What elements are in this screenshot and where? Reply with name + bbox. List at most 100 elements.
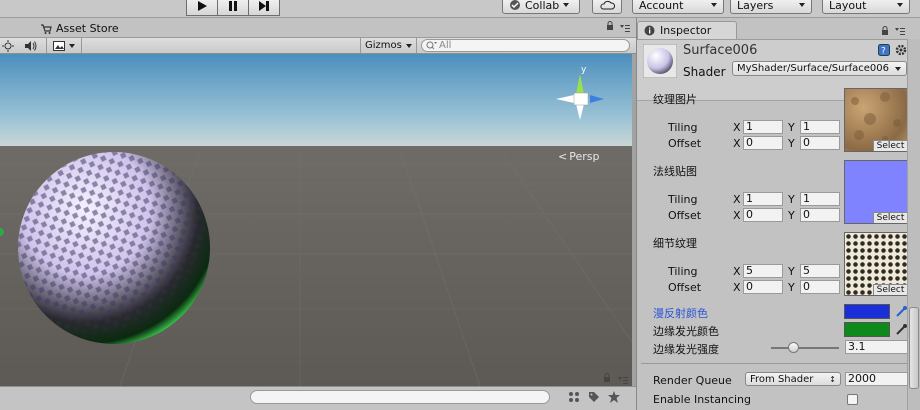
chevron-down-icon [405, 43, 412, 48]
tiling-x-field[interactable]: 1 [743, 192, 783, 206]
playback-controls [186, 0, 280, 16]
diffuse-color-swatch[interactable] [844, 304, 890, 319]
select-button[interactable]: Select [873, 140, 907, 151]
separator [641, 363, 917, 364]
enable-instancing-checkbox[interactable] [847, 394, 858, 405]
search-by-type-icon[interactable] [568, 391, 580, 403]
chevron-down-icon [711, 3, 717, 7]
collab-label: Collab [525, 0, 560, 12]
select-button[interactable]: Select [873, 212, 907, 223]
project-search-input[interactable] [250, 390, 550, 404]
persp-label[interactable]: < Persp [558, 150, 599, 163]
tiling-x-field[interactable]: 5 [743, 264, 783, 278]
tiling-x-field[interactable]: 1 [743, 120, 783, 134]
tiling-y-field[interactable]: 1 [800, 192, 840, 206]
gear-icon[interactable] [894, 43, 908, 57]
lock-icon[interactable] [881, 26, 889, 35]
tab-inspector-label: Inspector [660, 24, 712, 37]
texture-slot[interactable]: Select [844, 88, 908, 152]
cloud-button[interactable] [592, 0, 622, 14]
offset-x-field[interactable]: 0 [743, 280, 783, 294]
rim-strength-slider-track[interactable] [771, 347, 839, 349]
panel-menu-icon[interactable] [618, 377, 628, 385]
svg-text:?: ? [881, 47, 886, 57]
texture-slot[interactable]: Select [844, 160, 908, 224]
info-icon [644, 25, 655, 36]
rim-strength-slider-thumb[interactable] [788, 342, 799, 353]
rim-strength-label: 边缘发光强度 [653, 343, 719, 356]
tab-asset-store[interactable]: Asset Store [40, 20, 119, 37]
lock-icon[interactable] [603, 373, 611, 382]
account-dropdown[interactable]: Account [632, 0, 724, 14]
project-toolbar [0, 373, 636, 410]
render-queue-label: Render Queue [653, 374, 732, 387]
shader-label: Shader [683, 65, 726, 79]
rim-strength-field[interactable]: 3.1 [845, 340, 909, 354]
audio-toggle-icon[interactable] [24, 40, 38, 52]
play-button[interactable] [186, 0, 218, 16]
offset-label: Offset [668, 281, 702, 294]
scene-render[interactable] [0, 54, 632, 386]
material-name: Surface006 [683, 43, 758, 58]
persp-text: Persp [569, 150, 600, 163]
offset-y-field[interactable]: 0 [800, 208, 840, 222]
layout-label: Layout [829, 0, 867, 12]
account-label: Account [639, 0, 684, 12]
lock-icon[interactable] [606, 21, 614, 30]
chevron-down-icon [799, 3, 805, 7]
shader-value: MyShader/Surface/Surface006 [737, 63, 889, 74]
persp-chevron-icon: < [558, 150, 568, 163]
collab-button[interactable]: Collab [502, 0, 580, 14]
tab-asset-store-label: Asset Store [56, 22, 119, 35]
search-icon [426, 41, 437, 50]
help-icon[interactable]: ? [878, 44, 890, 56]
image-icon [53, 40, 65, 51]
orientation-gizmo[interactable]: y [550, 64, 614, 136]
y-label: Y [788, 281, 795, 294]
shader-dropdown[interactable]: MyShader/Surface/Surface006 [732, 61, 907, 76]
render-queue-dropdown[interactable]: From Shader ↕ [745, 372, 841, 386]
y-label: Y [788, 193, 795, 206]
y-label: Y [788, 137, 795, 150]
lighting-toggle-icon[interactable] [2, 40, 14, 52]
step-button[interactable] [248, 0, 280, 16]
chevron-down-icon [897, 3, 903, 7]
chevron-down-icon [895, 66, 901, 71]
star-icon[interactable] [608, 391, 620, 403]
layout-dropdown[interactable]: Layout [822, 0, 910, 14]
panel-menu-icon[interactable] [895, 28, 905, 36]
pause-button[interactable] [217, 0, 249, 16]
tab-inspector[interactable]: Inspector [637, 21, 737, 39]
rim-color-swatch[interactable] [844, 322, 890, 337]
offset-x-field[interactable]: 0 [743, 136, 783, 150]
layers-label: Layers [737, 0, 774, 12]
scrollbar-thumb[interactable] [909, 307, 919, 389]
gizmos-label: Gizmos [365, 40, 402, 51]
render-queue-field[interactable]: 2000 [845, 372, 909, 386]
y-label: Y [788, 209, 795, 222]
property-label: 细节纹理 [653, 237, 697, 250]
texture-slot[interactable]: Select [844, 232, 908, 296]
tag-icon[interactable] [588, 391, 600, 403]
tiling-y-field[interactable]: 1 [800, 120, 840, 134]
offset-x-field[interactable]: 0 [743, 208, 783, 222]
y-label: Y [788, 121, 795, 134]
scene-viewport[interactable]: y < Persp [0, 54, 632, 386]
layers-dropdown[interactable]: Layers [730, 0, 812, 14]
inspector-scrollbar[interactable] [907, 39, 920, 410]
offset-y-field[interactable]: 0 [800, 280, 840, 294]
play-icon [198, 1, 207, 11]
material-sphere-icon [643, 44, 677, 78]
tiling-y-field[interactable]: 5 [800, 264, 840, 278]
scene-search-input[interactable]: All [421, 39, 630, 52]
select-button[interactable]: Select [873, 284, 907, 295]
step-icon [259, 1, 269, 11]
render-queue-mode: From Shader [750, 373, 814, 385]
check-circle-icon [510, 0, 520, 10]
panel-menu-icon[interactable] [620, 25, 630, 33]
effects-toggle[interactable] [46, 38, 82, 53]
main-toolbar: Collab Account Layers Layout [0, 0, 920, 18]
offset-y-field[interactable]: 0 [800, 136, 840, 150]
y-label: Y [788, 265, 795, 278]
gizmos-dropdown[interactable]: Gizmos [360, 38, 417, 53]
